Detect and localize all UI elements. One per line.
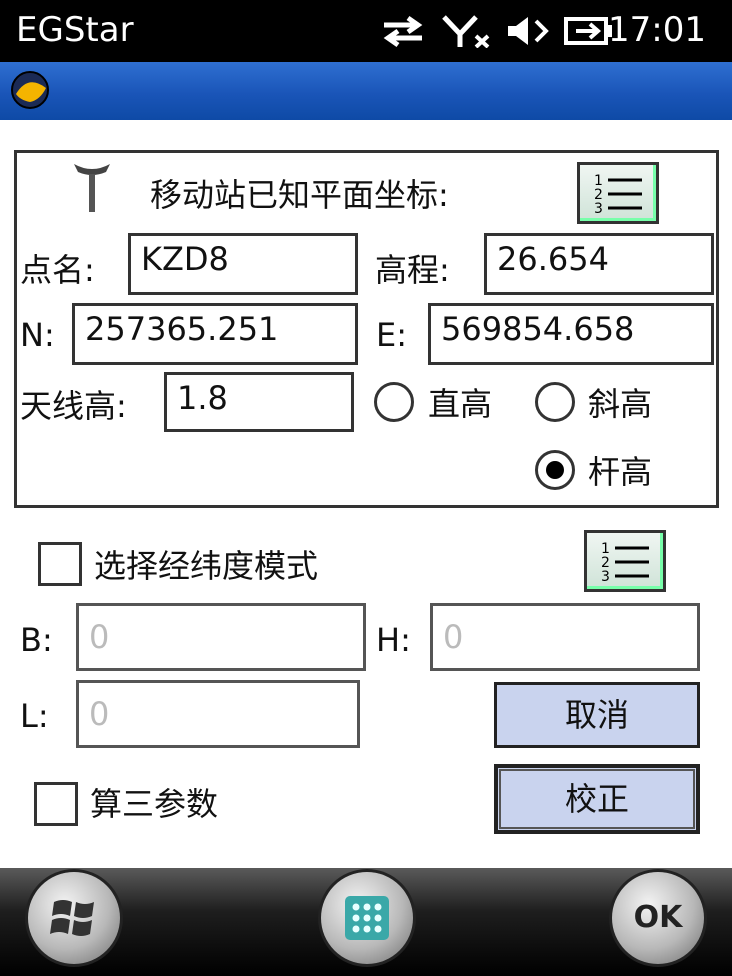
pole-height-radio[interactable] [535,450,575,490]
n-coordinate-input[interactable]: 257365.251 [72,303,358,365]
keyboard-grid-icon [345,896,389,940]
three-param-label: 算三参数 [90,785,219,823]
e-label: E: [376,316,407,354]
h-label: H: [376,621,411,659]
point-name-label: 点名: [20,251,95,289]
b-label: B: [20,621,53,659]
app-title: EGStar [16,10,134,50]
cancel-button[interactable]: 取消 [494,682,700,748]
no-signal-icon [442,15,490,48]
volume-icon [508,17,549,45]
title-bar [0,62,732,120]
app-logo-icon[interactable] [10,70,50,110]
elevation-input[interactable]: 26.654 [484,233,714,295]
n-label: N: [20,316,55,354]
latlon-mode-label: 选择经纬度模式 [94,547,319,585]
ok-button[interactable]: OK [612,872,704,964]
keyboard-button[interactable] [321,872,413,964]
vertical-height-label: 直高 [428,385,493,423]
calibrate-button[interactable]: 校正 [494,764,700,834]
b-latitude-input[interactable]: 0 [76,603,366,671]
pole-height-label: 杆高 [588,453,653,491]
antenna-height-label: 天线高: [20,387,127,425]
latlon-list-button[interactable]: 1 2 3 [584,530,666,592]
point-name-input[interactable]: KZD8 [128,233,358,295]
windows-logo-icon [50,900,94,936]
clock-time: 17:01 [608,10,706,50]
ok-label: OK [633,900,683,935]
elevation-label: 高程: [375,251,450,289]
l-longitude-input[interactable]: 0 [76,680,360,748]
vertical-height-radio[interactable] [374,382,414,422]
numbered-list-icon: 1 2 3 [594,173,642,217]
known-coords-heading: 移动站已知平面坐标: [150,176,449,214]
three-param-checkbox[interactable] [34,782,78,826]
svg-text:3: 3 [594,201,603,217]
h-height-input[interactable]: 0 [430,603,700,671]
slant-height-radio[interactable] [535,382,575,422]
antenna-height-input[interactable]: 1.8 [164,372,354,432]
point-list-button[interactable]: 1 2 3 [577,162,659,224]
slant-height-label: 斜高 [588,385,653,423]
numbered-list-icon: 1 2 3 [601,541,649,585]
gps-rover-icon [74,164,110,212]
latlon-mode-checkbox[interactable] [38,542,82,586]
svg-text:3: 3 [601,569,610,585]
battery-charging-icon [564,17,612,45]
l-label: L: [20,697,49,735]
e-coordinate-input[interactable]: 569854.658 [428,303,714,365]
start-button[interactable] [28,872,120,964]
sync-arrows-icon [383,15,423,48]
